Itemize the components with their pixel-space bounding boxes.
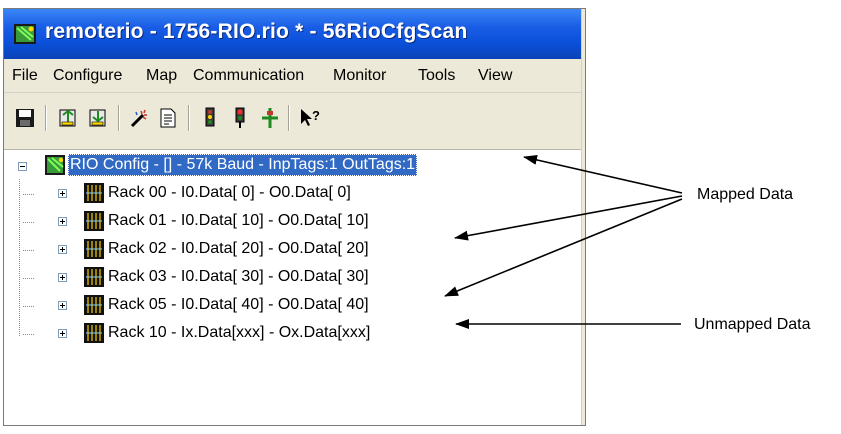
arrow-to-root [523, 155, 683, 194]
callout-mapped-data: Mapped Data [697, 186, 794, 203]
callout-unmapped-data: Unmapped Data [694, 316, 811, 333]
arrow-to-rack-05 [444, 198, 683, 297]
callout-arrows [444, 155, 683, 329]
arrow-to-rack-02 [454, 195, 683, 241]
